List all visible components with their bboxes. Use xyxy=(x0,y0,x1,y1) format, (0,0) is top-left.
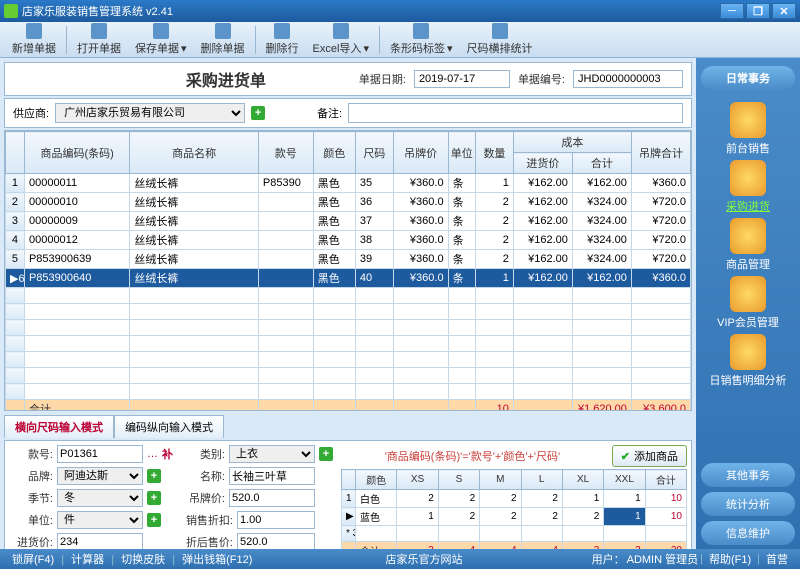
main-grid[interactable]: 商品编码(条码) 商品名称 款号 颜色 尺码 吊牌价 单位 数量 成本 吊牌合计… xyxy=(4,130,692,411)
sidebar-btn-other-tasks[interactable]: 其他事务 xyxy=(701,463,795,487)
sidebar-item-daily-analysis[interactable]: 日销售明细分析 xyxy=(708,332,789,390)
status-link[interactable]: 锁屏(F4) xyxy=(8,554,58,566)
status-link[interactable]: 计算器 xyxy=(67,554,108,566)
sidebar-btn-stats[interactable]: 统计分析 xyxy=(701,492,795,516)
open-doc-icon xyxy=(91,23,107,39)
pos-icon xyxy=(730,102,766,138)
sidebar-item-pos[interactable]: 前台销售 xyxy=(708,100,789,158)
add-brand[interactable]: + xyxy=(147,469,161,483)
tab-vertical[interactable]: 编码纵向输入模式 xyxy=(114,415,224,438)
docno-label: 单据编号: xyxy=(518,71,565,87)
sum-row: 合计 10 ¥1,620.00 ¥3,600.0 xyxy=(6,400,691,412)
toolbar: 新增单据打开单据保存单据删除单据删除行Excel导入条形码标签尺码横排统计 xyxy=(0,22,800,58)
barcode-button[interactable]: 条形码标签 xyxy=(384,21,459,58)
tab-horizontal[interactable]: 横向尺码输入模式 xyxy=(4,415,114,438)
remark-label: 备注: xyxy=(317,105,342,121)
product-icon xyxy=(730,218,766,254)
del-doc-button[interactable]: 删除单据 xyxy=(195,21,251,58)
cat-select[interactable]: 上衣 xyxy=(229,445,315,463)
entry-panel: 款号:…补 品牌:阿迪达斯+ 季节:冬+ 单位:件+ 进货价: 类别:上衣+ 名… xyxy=(4,440,692,565)
maximize-button[interactable]: ❐ xyxy=(746,3,770,19)
size-grid[interactable]: 颜色XSSMLXLXXL合计 1白色22221110▶ 2蓝色12222110*… xyxy=(341,469,687,560)
supp-button[interactable]: 补 xyxy=(162,446,173,462)
official-site-link[interactable]: 店家乐官方网站 xyxy=(382,554,467,566)
size-stats-icon xyxy=(492,23,508,39)
doc-header: 采购进货单 单据日期: 单据编号: xyxy=(4,62,692,96)
style-input[interactable] xyxy=(57,445,143,463)
doc-title: 采购进货单 xyxy=(93,67,359,91)
add-cat[interactable]: + xyxy=(319,447,333,461)
tag-input[interactable] xyxy=(229,489,315,507)
size-row[interactable]: * 3 xyxy=(342,526,687,542)
sidebar: 日常事务 前台销售采购进货商品管理VIP会员管理日销售明细分析 其他事务统计分析… xyxy=(696,58,800,569)
window-title: 店家乐服装销售管理系统 v2.41 xyxy=(22,3,173,19)
add-supplier-button[interactable]: + xyxy=(251,106,265,120)
save-doc-button[interactable]: 保存单据 xyxy=(129,21,193,58)
add-product-button[interactable]: 添加商品 xyxy=(612,445,687,467)
table-row[interactable]: 100000011丝绒长裤P85390黑色35¥360.0条1¥162.00¥1… xyxy=(6,174,691,193)
sidebar-item-purchase[interactable]: 采购进货 xyxy=(708,158,789,216)
app-icon xyxy=(4,4,18,18)
status-link[interactable]: 切换皮肤 xyxy=(117,554,169,566)
brand-select[interactable]: 阿迪达斯 xyxy=(57,467,143,485)
vip-icon xyxy=(730,276,766,312)
add-season[interactable]: + xyxy=(147,491,161,505)
season-select[interactable]: 冬 xyxy=(57,489,143,507)
size-row[interactable]: 1白色22221110 xyxy=(342,490,687,508)
title-bar: 店家乐服装销售管理系统 v2.41 ─ ❐ ✕ xyxy=(0,0,800,22)
status-link[interactable]: 弹出钱箱(F12) xyxy=(178,554,256,566)
sidebar-btn-info-maint[interactable]: 信息维护 xyxy=(701,521,795,545)
excel-import-icon xyxy=(333,23,349,39)
del-doc-icon xyxy=(215,23,231,39)
table-row[interactable]: 400000012丝绒长裤黑色38¥360.0条2¥162.00¥324.00¥… xyxy=(6,231,691,250)
supplier-row: 供应商: 广州店家乐贸易有限公司 + 备注: xyxy=(4,98,692,128)
date-input[interactable] xyxy=(414,70,510,88)
name-input[interactable] xyxy=(229,467,315,485)
remark-input[interactable] xyxy=(348,103,683,123)
open-doc-button[interactable]: 打开单据 xyxy=(71,21,127,58)
supplier-select[interactable]: 广州店家乐贸易有限公司 xyxy=(55,103,245,123)
table-row[interactable]: 300000009丝绒长裤黑色37¥360.0条2¥162.00¥324.00¥… xyxy=(6,212,691,231)
code-hint: '商品编码(条码)'='款号'+'颜色'+'尺码' xyxy=(341,448,604,464)
add-unit[interactable]: + xyxy=(147,513,161,527)
minimize-button[interactable]: ─ xyxy=(720,3,744,19)
sidebar-header[interactable]: 日常事务 xyxy=(701,66,795,90)
status-bar: 锁屏(F4) | 计算器 | 切换皮肤 | 弹出钱箱(F12) 店家乐官方网站 … xyxy=(0,549,800,569)
daily-analysis-icon xyxy=(730,334,766,370)
date-label: 单据日期: xyxy=(359,71,406,87)
purchase-icon xyxy=(730,160,766,196)
disc-input[interactable] xyxy=(237,511,315,529)
sidebar-item-product[interactable]: 商品管理 xyxy=(708,216,789,274)
table-row[interactable]: 5P853900639丝绒长裤黑色39¥360.0条2¥162.00¥324.0… xyxy=(6,250,691,269)
excel-import-button[interactable]: Excel导入 xyxy=(307,21,375,58)
save-doc-icon xyxy=(153,23,169,39)
table-row[interactable]: 200000010丝绒长裤黑色36¥360.0条2¥162.00¥324.00¥… xyxy=(6,193,691,212)
help-link[interactable]: 帮助(F1) xyxy=(705,551,755,567)
close-button[interactable]: ✕ xyxy=(772,3,796,19)
del-row-button[interactable]: 删除行 xyxy=(260,21,305,58)
entry-tabs: 横向尺码输入模式 编码纵向输入模式 xyxy=(4,415,692,438)
casher-link[interactable]: 首营 xyxy=(762,551,792,567)
new-doc-icon xyxy=(26,23,42,39)
size-stats-button[interactable]: 尺码横排统计 xyxy=(461,21,539,58)
new-doc-button[interactable]: 新增单据 xyxy=(6,21,62,58)
barcode-icon xyxy=(413,23,429,39)
table-row[interactable]: ▶6P853900640丝绒长裤黑色40¥360.0条1¥162.00¥162.… xyxy=(6,269,691,288)
supplier-label: 供应商: xyxy=(13,105,49,121)
sidebar-item-vip[interactable]: VIP会员管理 xyxy=(708,274,789,332)
unit-select[interactable]: 件 xyxy=(57,511,143,529)
size-row[interactable]: ▶ 2蓝色12222110 xyxy=(342,508,687,526)
del-row-icon xyxy=(274,23,290,39)
docno-input[interactable] xyxy=(573,70,683,88)
